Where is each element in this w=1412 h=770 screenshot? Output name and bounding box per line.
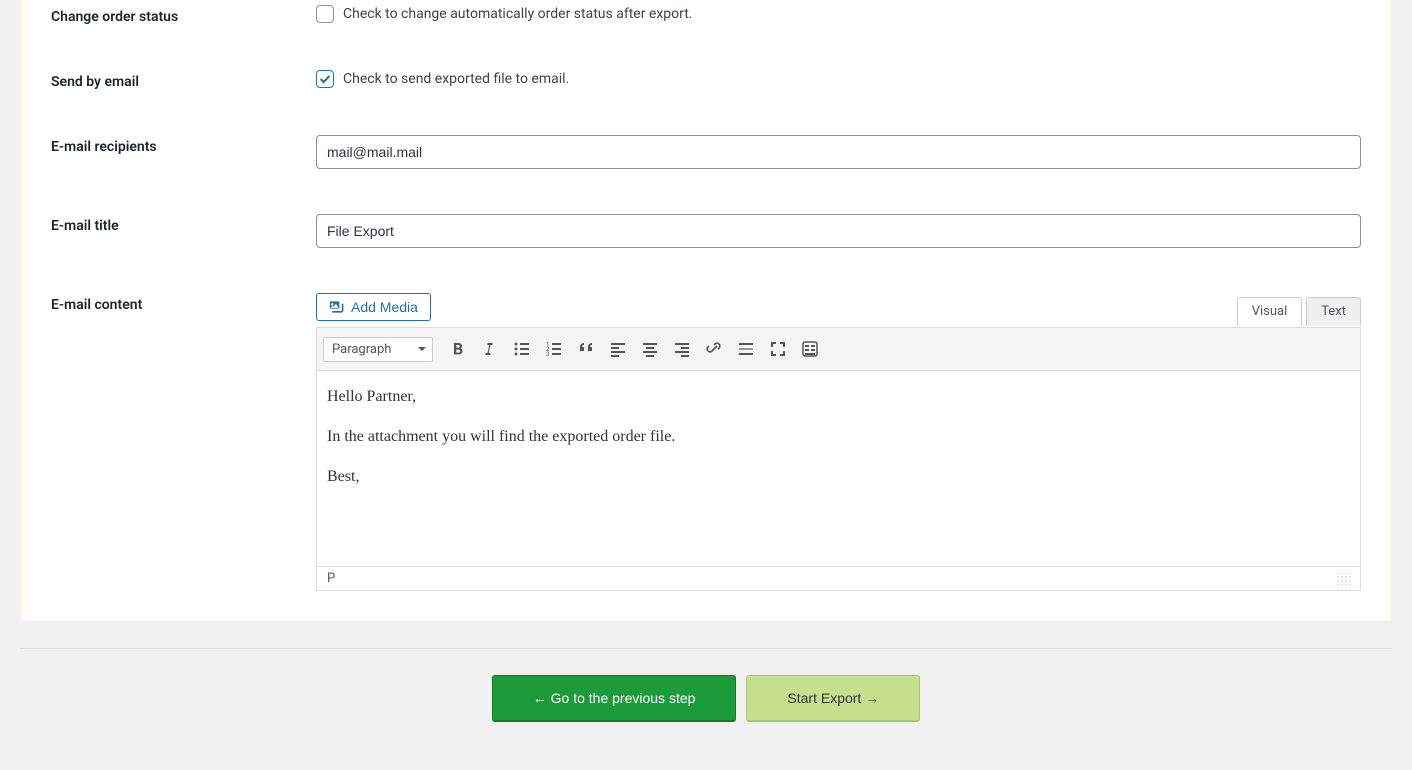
change-status-checkbox[interactable] <box>316 5 334 23</box>
bullet-list-button[interactable] <box>507 334 537 364</box>
row-title: E-mail title <box>51 214 1361 248</box>
editor-paragraph: Best, <box>327 465 1350 489</box>
add-media-label: Add Media <box>351 299 418 315</box>
row-change-status: Change order status Check to change auto… <box>51 5 1361 25</box>
italic-button[interactable] <box>475 334 505 364</box>
editor-path: P <box>327 571 335 586</box>
send-email-checkbox[interactable] <box>316 70 334 88</box>
link-button[interactable] <box>699 334 729 364</box>
toolbar-toggle-button[interactable] <box>795 334 825 364</box>
label-send-email: Send by email <box>51 70 316 90</box>
align-right-button[interactable] <box>667 334 697 364</box>
label-change-status: Change order status <box>51 5 316 25</box>
row-recipients: E-mail recipients <box>51 135 1361 169</box>
start-export-button[interactable]: Start Export → <box>746 675 920 722</box>
add-media-button[interactable]: Add Media <box>316 293 431 321</box>
align-center-button[interactable] <box>635 334 665 364</box>
tab-visual[interactable]: Visual <box>1237 297 1303 326</box>
editor-paragraph: In the attachment you will find the expo… <box>327 425 1350 449</box>
fullscreen-button[interactable] <box>763 334 793 364</box>
tab-text[interactable]: Text <box>1306 297 1361 326</box>
resize-grip-icon[interactable] <box>1338 573 1350 585</box>
change-status-checkbox-label: Check to change automatically order stat… <box>343 6 693 22</box>
label-content: E-mail content <box>51 293 316 313</box>
bold-button[interactable] <box>443 334 473 364</box>
title-input[interactable] <box>316 214 1361 248</box>
wizard-footer: ← Go to the previous step Start Export → <box>20 648 1392 722</box>
row-content: E-mail content Add Media Visual Text Par… <box>51 293 1361 591</box>
previous-step-button[interactable]: ← Go to the previous step <box>492 675 737 722</box>
format-select[interactable]: Paragraph <box>323 337 433 362</box>
label-title: E-mail title <box>51 214 316 234</box>
editor-tabs: Visual Text <box>1233 297 1361 326</box>
label-recipients: E-mail recipients <box>51 135 316 155</box>
settings-panel: Change order status Check to change auto… <box>20 0 1392 622</box>
media-icon <box>329 299 345 315</box>
svg-text:3: 3 <box>546 351 549 358</box>
send-email-checkbox-label: Check to send exported file to email. <box>343 71 569 87</box>
recipients-input[interactable] <box>316 135 1361 169</box>
editor-toolbar: Paragraph 123 <box>317 328 1360 371</box>
row-send-email: Send by email Check to send exported fil… <box>51 70 1361 90</box>
blockquote-button[interactable] <box>571 334 601 364</box>
insert-more-button[interactable] <box>731 334 761 364</box>
editor-paragraph: Hello Partner, <box>327 385 1350 409</box>
align-left-button[interactable] <box>603 334 633 364</box>
editor-statusbar: P <box>317 566 1360 590</box>
editor-content[interactable]: Hello Partner, In the attachment you wil… <box>317 371 1360 566</box>
numbered-list-button[interactable]: 123 <box>539 334 569 364</box>
